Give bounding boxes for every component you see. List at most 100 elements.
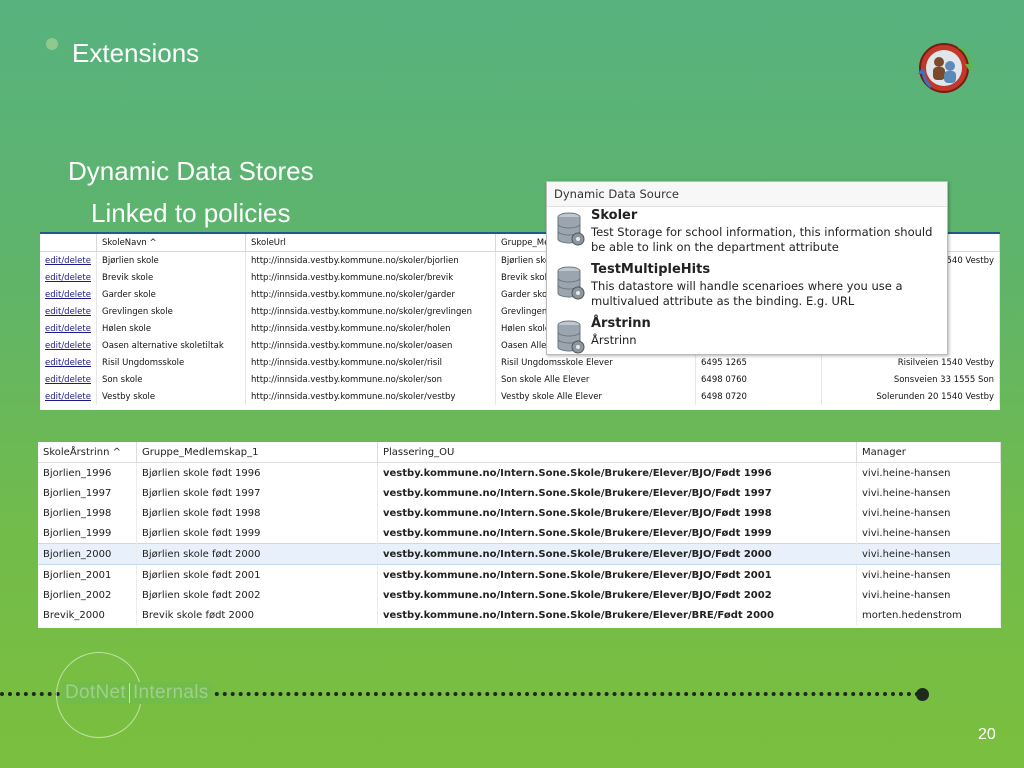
cell-manager: vivi.heine-hansen — [856, 523, 1001, 544]
table-row[interactable]: Bjorlien_2000 Bjørlien skole født 2000 ves… — [38, 543, 1001, 565]
cell-skolearstrinn: Bjorlien_2002 — [38, 585, 137, 605]
table-row[interactable]: Bjorlien_2002 Bjørlien skole født 2002 ves… — [38, 585, 1001, 605]
cell-skoleurl: http://innsida.vestby.kommune.no/skoler/… — [245, 354, 496, 371]
cell-plassering-ou: vestby.kommune.no/Intern.Sone.Skole/Bruk… — [377, 605, 857, 625]
table-row[interactable]: Bjorlien_1996 Bjørlien skole født 1996 ves… — [38, 462, 1001, 483]
cell-manager: morten.hedenstrom — [856, 605, 1001, 625]
subtitle-linked-to-policies: Linked to policies — [91, 198, 291, 228]
table-row[interactable]: Bjorlien_1998 Bjørlien skole født 1998 ves… — [38, 503, 1001, 523]
table-row: edit/delete Vestby skole http://innsida.ve… — [40, 388, 1000, 405]
cell-skoleurl: http://innsida.vestby.kommune.no/skoler/… — [245, 388, 496, 405]
cell-skolenavn: Vestby skole — [96, 388, 246, 405]
cell-manager: vivi.heine-hansen — [856, 585, 1001, 605]
cell-phone: 6498 0720 — [695, 388, 822, 405]
table-row[interactable]: Bjorlien_2001 Bjørlien skole født 2001 ves… — [38, 564, 1001, 585]
logo-icon — [918, 43, 974, 93]
cell-skolenavn: Hølen skole — [96, 320, 246, 337]
cell-plassering-ou: vestby.kommune.no/Intern.Sone.Skole/Bruk… — [377, 483, 857, 503]
cell-gruppe-medlemskap: Bjørlien skole født 1997 — [136, 483, 378, 503]
data-source-description: Test Storage for school information, thi… — [591, 225, 933, 254]
slide-title: Extensions — [72, 38, 200, 68]
edit-delete-link[interactable]: edit/delete — [40, 371, 97, 388]
subtitle-dynamic-data-stores: Dynamic Data Stores — [68, 156, 314, 186]
database-icon — [557, 266, 585, 300]
cell-phone: 6498 0760 — [695, 371, 822, 388]
column-header-skolearstrinn[interactable]: SkoleÅrstrinn ^ — [38, 442, 137, 463]
cell-skoleurl: http://innsida.vestby.kommune.no/skoler/… — [245, 320, 496, 337]
cell-gruppe: Vestby skole Alle Elever — [495, 388, 696, 405]
edit-delete-link[interactable]: edit/delete — [40, 269, 97, 286]
cell-manager: vivi.heine-hansen — [856, 564, 1001, 585]
cell-plassering-ou: vestby.kommune.no/Intern.Sone.Skole/Bruk… — [377, 585, 857, 605]
cell-address: Solerunden 20 1540 Vestby — [821, 388, 1000, 405]
cell-gruppe-medlemskap: Bjørlien skole født 2001 — [136, 564, 378, 585]
data-source-item[interactable]: Skoler Test Storage for school informatio… — [557, 208, 943, 258]
title-bullet — [46, 38, 58, 50]
edit-delete-link[interactable]: edit/delete — [40, 303, 97, 320]
cell-skolenavn: Son skole — [96, 371, 246, 388]
edit-delete-link[interactable]: edit/delete — [40, 354, 97, 371]
column-header-gruppe-medlemskap[interactable]: Gruppe_Medlemskap_1 — [136, 442, 378, 463]
table-row[interactable]: Bjorlien_1997 Bjørlien skole født 1997 ves… — [38, 483, 1001, 503]
column-header-skolenavn[interactable]: SkoleNavn ^ — [96, 234, 246, 252]
cell-skolenavn: Oasen alternative skoletiltak — [96, 337, 246, 354]
data-source-description: Årstrinn — [591, 333, 637, 347]
data-source-name: Skoler — [591, 208, 638, 223]
table-row[interactable]: Bjorlien_1999 Bjørlien skole født 1999 ves… — [38, 523, 1001, 544]
cell-address: Sonsveien 33 1555 Son — [821, 371, 1000, 388]
cell-skoleurl: http://innsida.vestby.kommune.no/skoler/… — [245, 371, 496, 388]
edit-delete-link[interactable]: edit/delete — [40, 320, 97, 337]
sort-asc-icon: ^ — [112, 446, 122, 458]
brand-logo: DotNet Internals — [62, 682, 212, 704]
cell-gruppe-medlemskap: Bjørlien skole født 1998 — [136, 503, 378, 523]
data-source-item[interactable]: TestMultipleHits This datastore will hand… — [557, 262, 943, 312]
cell-skolenavn: Bjørlien skole — [96, 251, 246, 269]
edit-delete-link[interactable]: edit/delete — [40, 286, 97, 303]
cell-skolenavn: Grevlingen skole — [96, 303, 246, 320]
sort-asc-icon: ^ — [149, 237, 157, 248]
column-header-manager[interactable]: Manager — [856, 442, 1001, 463]
cell-skolearstrinn: Bjorlien_1997 — [38, 483, 137, 503]
edit-delete-link[interactable]: edit/delete — [40, 251, 97, 269]
cell-manager: vivi.heine-hansen — [856, 462, 1001, 483]
column-header-skoleurl[interactable]: SkoleUrl — [245, 234, 496, 252]
cell-gruppe-medlemskap: Bjørlien skole født 2002 — [136, 585, 378, 605]
cell-skolearstrinn: Bjorlien_1999 — [38, 523, 137, 544]
cell-skolearstrinn: Brevik_2000 — [38, 605, 137, 625]
cell-plassering-ou: vestby.kommune.no/Intern.Sone.Skole/Bruk… — [377, 462, 857, 483]
data-source-name: Årstrinn — [591, 316, 651, 331]
column-header-plassering-ou[interactable]: Plassering_OU — [377, 442, 857, 463]
cell-plassering-ou: vestby.kommune.no/Intern.Sone.Skole/Bruk… — [377, 523, 857, 544]
cell-skolearstrinn: Bjorlien_1996 — [38, 462, 137, 483]
cell-skoleurl: http://innsida.vestby.kommune.no/skoler/… — [245, 303, 496, 320]
page-number: 20 — [978, 726, 996, 743]
database-icon — [557, 212, 585, 246]
edit-delete-link[interactable]: edit/delete — [40, 337, 97, 354]
dynamic-data-source-panel: Dynamic Data Source Skoler Test Storage f… — [546, 181, 948, 355]
footer-dot — [916, 688, 929, 701]
cell-gruppe-medlemskap: Bjørlien skole født 1999 — [136, 523, 378, 544]
edit-delete-link[interactable]: edit/delete — [40, 388, 97, 405]
cell-gruppe: Son skole Alle Elever — [495, 371, 696, 388]
cell-skolenavn: Garder skole — [96, 286, 246, 303]
cell-skoleurl: http://innsida.vestby.kommune.no/skoler/… — [245, 337, 496, 354]
cell-gruppe-medlemskap: Bjørlien skole født 2000 — [136, 543, 378, 565]
cell-manager: vivi.heine-hansen — [856, 483, 1001, 503]
data-source-item[interactable]: Årstrinn Årstrinn — [557, 316, 943, 366]
cell-skolearstrinn: Bjorlien_2000 — [38, 543, 137, 565]
data-source-description: This datastore will handle scenarioes wh… — [591, 279, 903, 308]
table-row: edit/delete Son skole http://innsida.vestb… — [40, 371, 1000, 388]
cell-plassering-ou: vestby.kommune.no/Intern.Sone.Skole/Bruk… — [377, 543, 857, 565]
cell-skolenavn: Brevik skole — [96, 269, 246, 286]
column-header-actions — [40, 234, 97, 252]
cell-skoleurl: http://innsida.vestby.kommune.no/skoler/… — [245, 286, 496, 303]
cell-skolenavn: Risil Ungdomsskole — [96, 354, 246, 371]
cell-plassering-ou: vestby.kommune.no/Intern.Sone.Skole/Bruk… — [377, 564, 857, 585]
cell-gruppe-medlemskap: Bjørlien skole født 1996 — [136, 462, 378, 483]
cell-manager: vivi.heine-hansen — [856, 503, 1001, 523]
panel-title: Dynamic Data Source — [547, 182, 947, 207]
cell-manager: vivi.heine-hansen — [856, 543, 1001, 565]
table-row[interactable]: Brevik_2000 Brevik skole født 2000 vestby.… — [38, 605, 1001, 625]
cell-skolearstrinn: Bjorlien_1998 — [38, 503, 137, 523]
cell-skoleurl: http://innsida.vestby.kommune.no/skoler/… — [245, 251, 496, 269]
